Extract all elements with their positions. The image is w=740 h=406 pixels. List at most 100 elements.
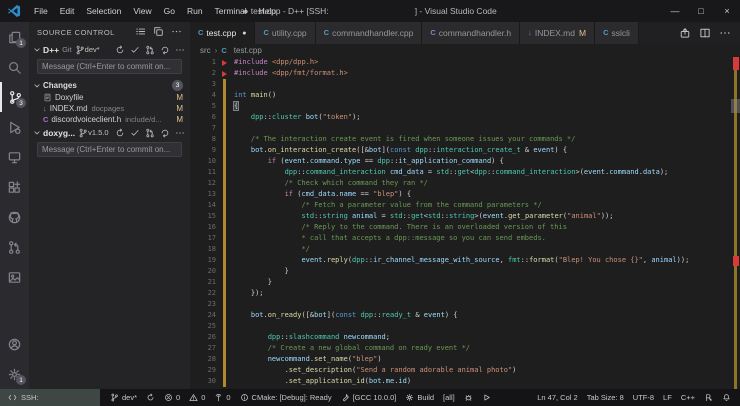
status-notifications[interactable] — [722, 393, 731, 402]
line-number[interactable]: 24 — [190, 310, 216, 321]
status-ports[interactable]: 0 — [214, 393, 230, 402]
status-cmake-kit[interactable]: [GCC 10.0.0] — [341, 393, 397, 402]
list-icon[interactable] — [135, 26, 146, 37]
activity-account[interactable] — [0, 329, 29, 359]
more-icon[interactable] — [171, 26, 182, 37]
line-number[interactable]: 8 — [190, 134, 216, 145]
status-warnings[interactable]: 0 — [189, 393, 205, 402]
menu-terminal[interactable]: Terminal — [209, 6, 253, 16]
menu-view[interactable]: View — [127, 6, 157, 16]
status-cursor-position[interactable]: Ln 47, Col 2 — [537, 393, 577, 402]
line-number[interactable]: 3 — [190, 79, 216, 90]
line-number[interactable]: 21 — [190, 277, 216, 288]
status-cmake-status[interactable]: CMake: [Debug]: Ready — [240, 393, 332, 402]
tab-index-md[interactable]: ↓INDEX.mdM — [520, 22, 595, 44]
menu-selection[interactable]: Selection — [80, 6, 127, 16]
line-number[interactable]: 28 — [190, 354, 216, 365]
sync-icon[interactable] — [115, 45, 125, 55]
breadcrumb[interactable]: src › C test.cpp — [190, 44, 740, 57]
activity-media-preview[interactable] — [0, 262, 29, 292]
commit-message-input-1[interactable] — [37, 142, 182, 157]
repo-branch[interactable]: dev* — [75, 45, 100, 55]
activity-explorer[interactable]: 1 — [0, 22, 29, 52]
status-errors[interactable]: 0 — [164, 393, 180, 402]
more-icon[interactable] — [175, 45, 185, 55]
line-number[interactable]: 9 — [190, 145, 216, 156]
pr-icon[interactable] — [145, 128, 155, 138]
tab-test-cpp[interactable]: Ctest.cpp● — [190, 22, 255, 44]
pr-icon[interactable] — [145, 45, 155, 55]
line-number[interactable]: 23 — [190, 299, 216, 310]
maximize-button[interactable]: □ — [688, 0, 714, 22]
breadcrumb-folder[interactable]: src — [200, 46, 211, 55]
line-number[interactable]: 14 — [190, 200, 216, 211]
status-indentation[interactable]: Tab Size: 8 — [587, 393, 624, 402]
line-number[interactable]: 10 — [190, 156, 216, 167]
menu-go[interactable]: Go — [158, 6, 181, 16]
line-number[interactable]: 5 — [190, 101, 216, 112]
line-number[interactable]: 18 — [190, 244, 216, 255]
line-number[interactable]: 1 — [190, 57, 216, 68]
repo-header-d-[interactable]: D++Gitdev* — [29, 42, 190, 57]
menu-file[interactable]: File — [28, 6, 54, 16]
line-number[interactable]: 27 — [190, 343, 216, 354]
tab-commandhandler-cpp[interactable]: Ccommandhandler.cpp — [316, 22, 423, 44]
scrollbar-thumb[interactable] — [731, 99, 740, 113]
more-icon[interactable] — [719, 27, 731, 39]
line-number[interactable]: 26 — [190, 332, 216, 343]
breadcrumb-file[interactable]: test.cpp — [234, 46, 262, 55]
status-encoding[interactable]: UTF-8 — [633, 393, 654, 402]
activity-pull-requests[interactable] — [0, 232, 29, 262]
remote-indicator[interactable]: SSH: — [0, 389, 100, 406]
line-number[interactable]: 13 — [190, 189, 216, 200]
status-cmake-debug[interactable] — [464, 393, 473, 402]
activity-github[interactable] — [0, 202, 29, 232]
activity-extensions[interactable] — [0, 172, 29, 202]
line-number[interactable]: 29 — [190, 365, 216, 376]
status-sync[interactable] — [146, 393, 155, 402]
minimize-button[interactable]: — — [662, 0, 688, 22]
status-feedback[interactable] — [704, 393, 713, 402]
overview-ruler[interactable] — [731, 57, 740, 389]
menu-run[interactable]: Run — [181, 6, 209, 16]
line-number[interactable]: 30 — [190, 376, 216, 387]
line-number[interactable]: 11 — [190, 167, 216, 178]
menu-help[interactable]: Help — [253, 6, 282, 16]
status-cmake-build[interactable]: Build — [405, 393, 434, 402]
line-number[interactable]: 2 — [190, 68, 216, 79]
check-icon[interactable] — [130, 45, 140, 55]
line-number[interactable]: 17 — [190, 233, 216, 244]
line-number[interactable]: 16 — [190, 222, 216, 233]
refresh-icon[interactable] — [160, 45, 170, 55]
commit-message-input-0[interactable] — [37, 59, 182, 74]
close-button[interactable]: × — [714, 0, 740, 22]
activity-search[interactable] — [0, 52, 29, 82]
status-cmake-target[interactable]: [all] — [443, 393, 455, 402]
split-icon[interactable] — [699, 27, 711, 39]
check-icon[interactable] — [130, 128, 140, 138]
boxup-icon[interactable] — [679, 27, 691, 39]
status-branch[interactable]: dev* — [110, 393, 137, 402]
more-icon[interactable] — [175, 128, 185, 138]
status-eol[interactable]: LF — [663, 393, 672, 402]
line-number[interactable]: 7 — [190, 123, 216, 134]
activity-run-debug[interactable] — [0, 112, 29, 142]
line-number[interactable]: 20 — [190, 266, 216, 277]
line-number[interactable]: 25 — [190, 321, 216, 332]
menu-edit[interactable]: Edit — [54, 6, 81, 16]
status-language-mode[interactable]: C++ — [681, 393, 695, 402]
status-cmake-run[interactable] — [482, 393, 491, 402]
tab-commandhandler-h[interactable]: Ccommandhandler.h — [422, 22, 520, 44]
change-item[interactable]: Cdiscordvoiceclient.hinclude/d...M — [29, 114, 190, 125]
repo-header-doxyg-[interactable]: doxyg...v1.5.0 — [29, 125, 190, 140]
line-number[interactable]: 12 — [190, 178, 216, 189]
line-number[interactable]: 19 — [190, 255, 216, 266]
repo-branch[interactable]: v1.5.0 — [78, 128, 108, 138]
code-editor[interactable]: 1#include <dpp/dpp.h>2#include <dpp/fmt/… — [190, 57, 740, 389]
change-item[interactable]: DoxyfileM — [29, 92, 190, 103]
activity-source-control[interactable]: 3 — [0, 82, 29, 112]
line-number[interactable]: 15 — [190, 211, 216, 222]
line-number[interactable]: 4 — [190, 90, 216, 101]
sync-icon[interactable] — [115, 128, 125, 138]
change-item[interactable]: ↓INDEX.mddocpagesM — [29, 103, 190, 114]
